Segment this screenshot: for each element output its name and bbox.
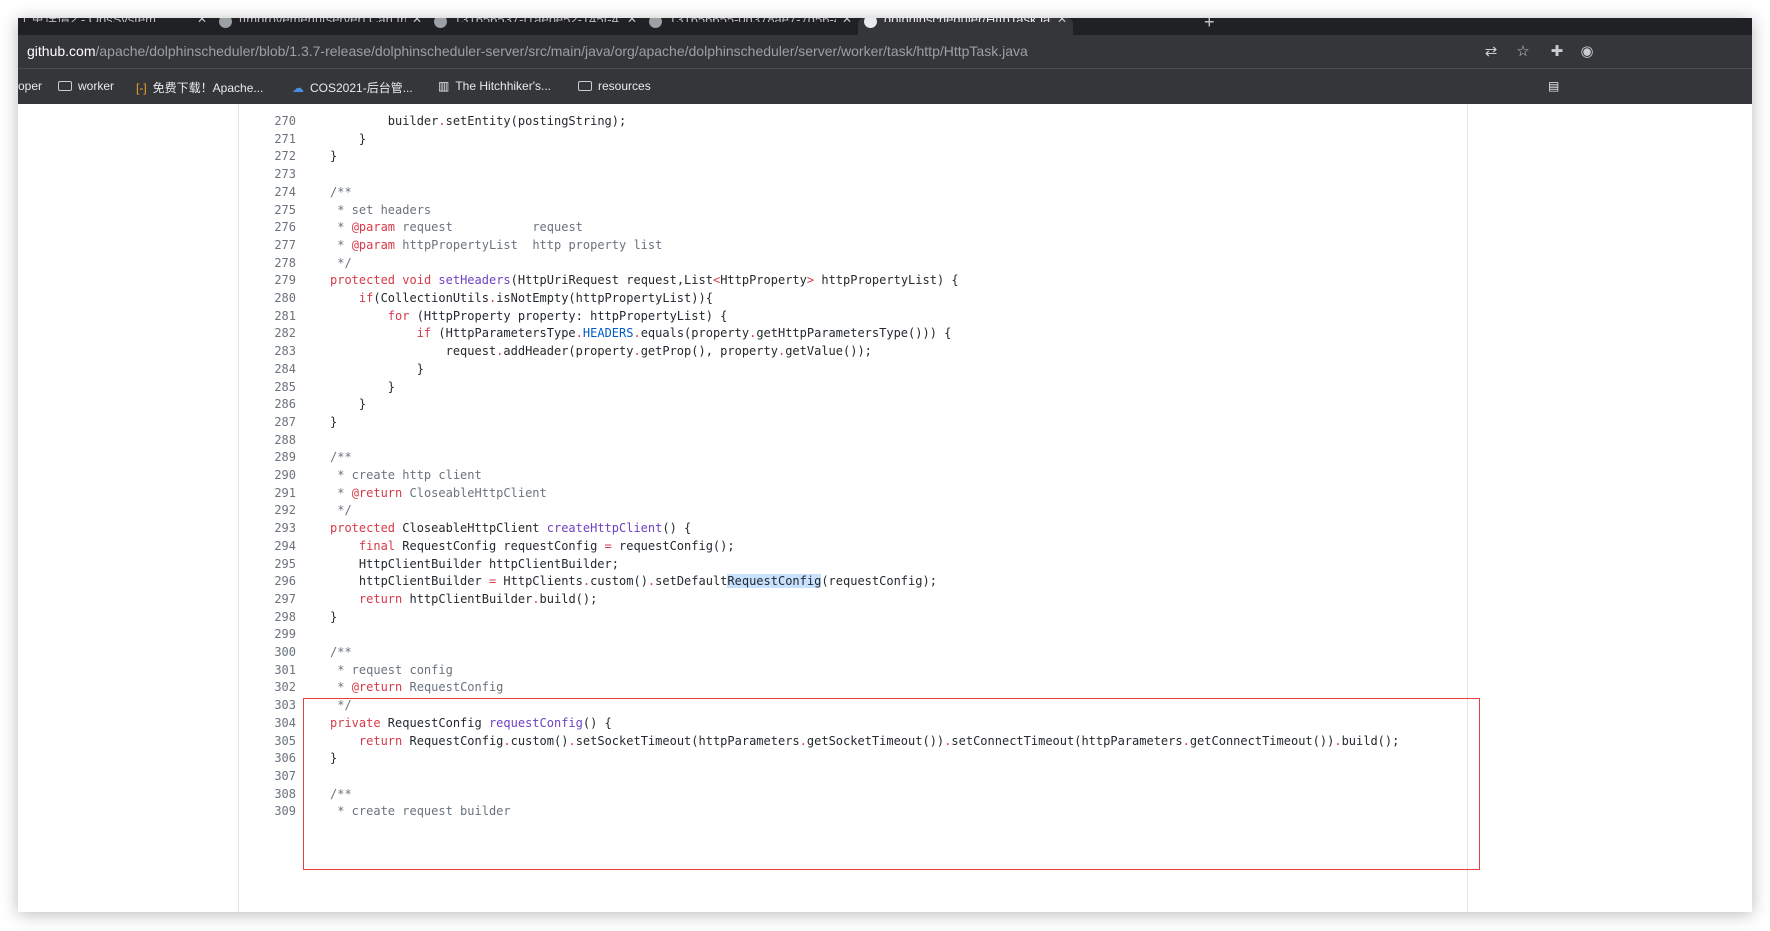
tab-label: dolphinscheduler/HttpTask.java: [884, 18, 1051, 22]
address-bar[interactable]: github.com/apache/dolphinscheduler/blob/…: [18, 35, 1752, 68]
browser-window: 工单详情2 - OpsSystem ✕ [Improvement][server…: [18, 18, 1752, 912]
tab-label: 工单详情2 - OpsSystem: [18, 18, 191, 22]
line-number[interactable]: 309: [239, 801, 296, 821]
url-text[interactable]: github.com/apache/dolphinscheduler/blob/…: [27, 43, 1028, 59]
new-tab-button[interactable]: +: [1204, 18, 1215, 33]
github-icon: [864, 18, 877, 28]
bookmark-hitchhiker[interactable]: ▥ The Hitchhiker's...: [438, 79, 551, 93]
close-icon[interactable]: ✕: [627, 18, 637, 25]
bookmark-worker[interactable]: worker: [58, 79, 114, 93]
folder-icon: [578, 81, 592, 91]
cloud-icon: ☁: [292, 81, 304, 95]
tab-label: 131656655-0d378ae7-7d56-4: [669, 18, 836, 22]
bookmark-apache-download[interactable]: [-] 免费下载！Apache...: [136, 79, 263, 96]
bracket-icon: [-]: [136, 81, 147, 95]
annotation-box: [303, 698, 1480, 870]
tab-strip: 工单详情2 - OpsSystem ✕ [Improvement][server…: [18, 18, 1752, 35]
translate-icon[interactable]: ⇄: [1482, 43, 1500, 61]
globe-icon: [434, 18, 447, 28]
bookmarks-bar: oper worker [-] 免费下载！Apache... ☁ COS2021-后…: [18, 68, 1752, 104]
tab-image-2[interactable]: 131656655-0d378ae7-7d56-4 ✕: [643, 18, 858, 35]
profile-icon[interactable]: ◉: [1578, 43, 1596, 61]
github-icon: [219, 18, 232, 28]
globe-icon: [649, 18, 662, 28]
tab-label: 131656537-f1aebe52-145f-4: [454, 18, 621, 22]
bookmark-cos2021[interactable]: ☁ COS2021-后台管...: [292, 79, 413, 96]
tab-image-1[interactable]: 131656537-f1aebe52-145f-4 ✕: [428, 18, 643, 35]
close-icon[interactable]: ✕: [842, 18, 852, 25]
tab-improvement-issue[interactable]: [Improvement][server] Can the ✕: [213, 18, 428, 35]
url-host: github.com: [27, 43, 96, 59]
selection-highlight: RequestConfig: [727, 574, 822, 589]
tab-ops-system[interactable]: 工单详情2 - OpsSystem ✕: [18, 18, 213, 35]
extensions-icon[interactable]: ✚: [1548, 43, 1566, 61]
close-icon[interactable]: ✕: [197, 18, 207, 25]
star-icon[interactable]: ☆: [1514, 43, 1532, 61]
tab-label: [Improvement][server] Can the: [239, 18, 406, 22]
folder-icon: [58, 81, 72, 91]
reading-list-icon[interactable]: ▤: [1548, 79, 1559, 93]
bookmark-resources[interactable]: resources: [578, 79, 651, 93]
bookmark-oper[interactable]: oper: [18, 79, 42, 93]
url-path: /apache/dolphinscheduler/blob/1.3.7-rele…: [95, 43, 1028, 59]
tab-httptask-java[interactable]: dolphinscheduler/HttpTask.java ✕: [858, 18, 1073, 35]
close-icon[interactable]: ✕: [1057, 18, 1067, 25]
close-icon[interactable]: ✕: [412, 18, 422, 25]
book-icon: ▥: [438, 79, 450, 93]
